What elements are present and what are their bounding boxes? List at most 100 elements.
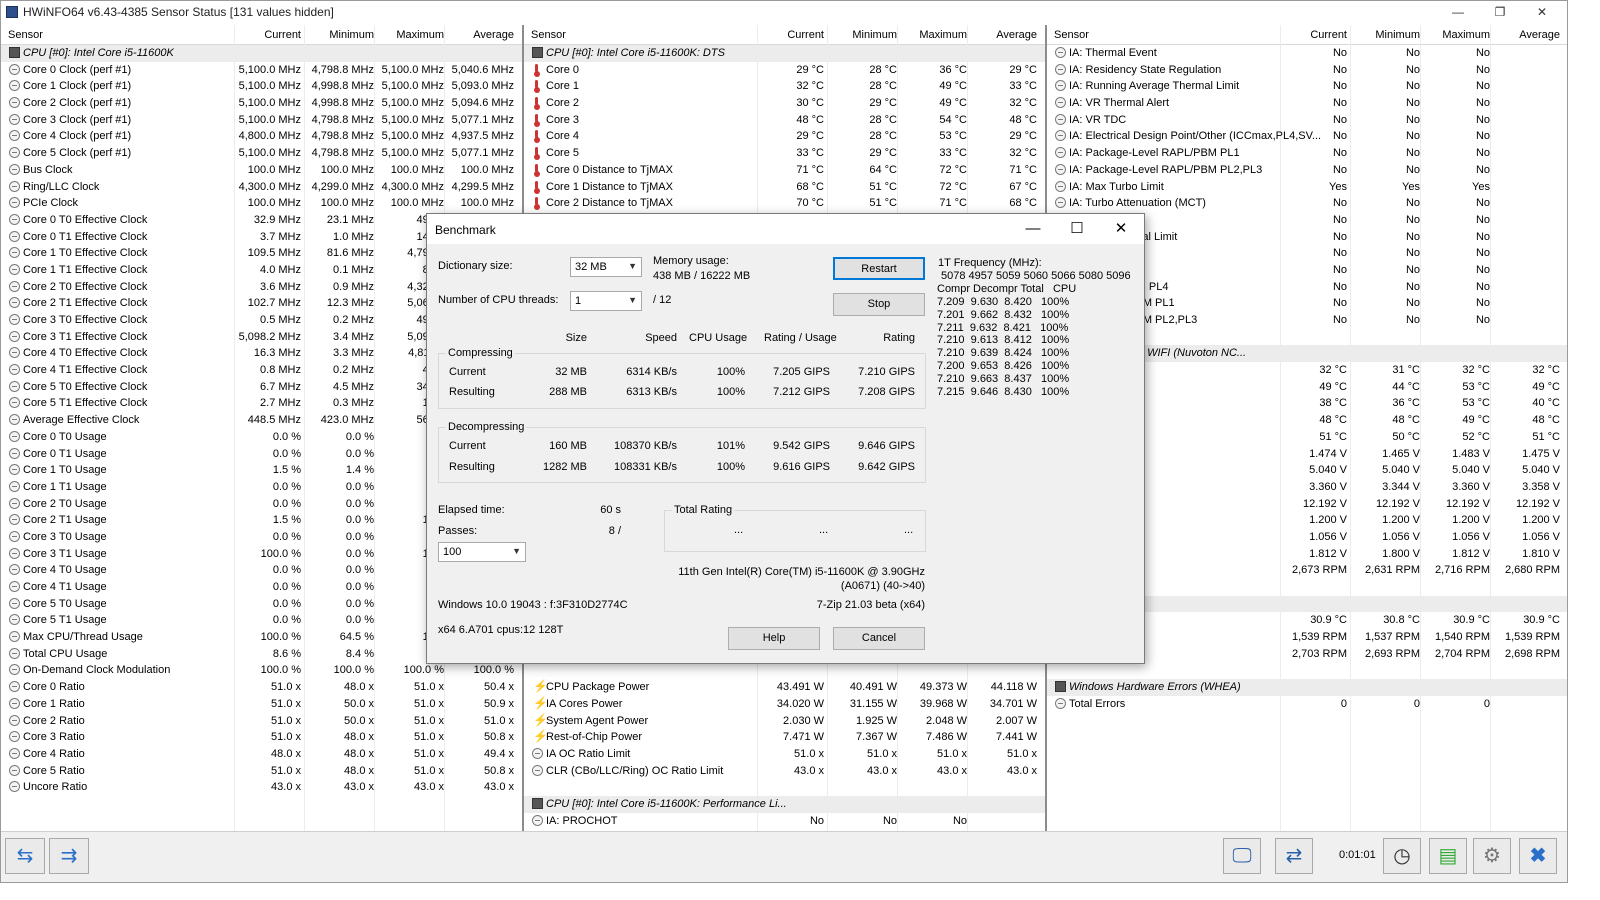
sensor-group-row[interactable]: CPU [#0]: Intel Core i5-11600K: Performa… [524,795,1045,813]
column-header-maximum[interactable]: Maximum [897,29,967,41]
monitor-icon[interactable]: 🖵 [1223,838,1261,874]
sensor-row[interactable]: Core 2 Ratio 51.0 x 50.0 x 51.0 x 51.0 x [1,713,522,730]
sensor-row[interactable]: IA: Electrical Design Point/Other (ICCma… [1047,128,1567,145]
network-icon[interactable]: ⇄ [1275,838,1313,874]
sensor-row[interactable]: Core 3 Ratio 51.0 x 48.0 x 51.0 x 50.8 x [1,729,522,746]
sensor-row[interactable]: Core 0 Clock (perf #1) 5,100.0 MHz 4,798.8… [1,62,522,79]
sensor-row[interactable]: IA OC Ratio Limit 51.0 x 51.0 x 51.0 x 51.0 … [524,746,1045,763]
column-header-maximum[interactable]: Maximum [374,29,444,41]
sensor-row[interactable]: IA: Max Turbo Limit Yes Yes Yes [1047,179,1567,196]
column-header-sensor[interactable]: Sensor [8,29,43,41]
column-header-average[interactable]: Average [1490,29,1560,41]
sensor-group-row[interactable]: CPU [#0]: Intel Core i5-11600K: DTS [524,45,1045,62]
restart-button[interactable]: Restart [833,257,925,280]
sensor-icon [9,464,20,476]
sensor-row[interactable]: Core 4 29 °C 28 °C 53 °C 29 °C [524,128,1045,145]
sensor-row[interactable]: IA: Package-Level RAPL/PBM PL2,PL3 No No No [1047,162,1567,179]
sensor-row[interactable]: CPU Package Power 43.491 W 40.491 W 49.373 … [524,679,1045,696]
sensor-row[interactable]: Core 2 Clock (perf #1) 5,100.0 MHz 4,998.8… [1,95,522,112]
sensor-row[interactable]: Core 3 48 °C 28 °C 54 °C 48 °C [524,112,1045,129]
column-header-minimum[interactable]: Minimum [1350,29,1420,41]
clock-icon[interactable]: ◷ [1383,838,1421,874]
sensor-row[interactable]: Core 4 Clock (perf #1) 4,800.0 MHz 4,798.8… [1,128,522,145]
dictionary-size-select[interactable]: 32 MB ▼ [570,257,642,277]
sensor-icon [9,80,20,92]
sensor-row[interactable]: CLR (CBo/LLC/Ring) OC Ratio Limit 43.0 x 4… [524,763,1045,780]
sensor-row[interactable]: Core 0 Ratio 51.0 x 48.0 x 51.0 x 50.4 x [1,679,522,696]
column-header-current[interactable]: Current [754,29,824,41]
column-header-sensor[interactable]: Sensor [1054,29,1089,41]
sensor-name: Core 1 Clock (perf #1) [23,80,132,93]
sensor-group-row[interactable]: Windows Hardware Errors (WHEA) [1047,679,1567,696]
sensor-row[interactable]: IA: PROCHOT No No No [524,813,1045,830]
column-header-average[interactable]: Average [967,29,1037,41]
sensor-row[interactable]: Core 1 Ratio 51.0 x 50.0 x 51.0 x 50.9 x [1,696,522,713]
column-header-maximum[interactable]: Maximum [1420,29,1490,41]
chip-icon [1055,681,1066,693]
sensor-row[interactable]: IA: Thermal Event No No No [1047,45,1567,62]
sensor-row[interactable] [1047,662,1567,679]
dialog-maximize-button[interactable]: ☐ [1063,218,1091,240]
sensor-row[interactable]: Core 2 30 °C 29 °C 49 °C 32 °C [524,95,1045,112]
sensor-row[interactable]: IA Cores Power 34.020 W 31.155 W 39.968 W 34… [524,696,1045,713]
arrows-left-right-icon[interactable]: ⇆ [5,838,45,874]
sensor-row[interactable]: Uncore Ratio 43.0 x 43.0 x 43.0 x 43.0 x [1,779,522,796]
sensor-icon [9,113,20,125]
sensor-row[interactable]: IA: Turbo Attenuation (MCT) No No No [1047,195,1567,212]
sensor-row[interactable]: Core 5 33 °C 29 °C 33 °C 32 °C [524,145,1045,162]
sensor-row[interactable]: Total Errors 0 0 0 [1047,696,1567,713]
minimize-button[interactable]: — [1437,1,1479,23]
sensor-row[interactable]: IA: Package-Level RAPL/PBM PL1 No No No [1047,145,1567,162]
threads-select[interactable]: 1 ▼ [570,291,642,311]
cancel-button[interactable]: Cancel [833,627,925,650]
sensor-row[interactable]: Bus Clock 100.0 MHz 100.0 MHz 100.0 MHz 100.… [1,162,522,179]
sensor-value-minimum: 4,798.8 MHz [311,63,374,76]
sensor-row[interactable]: PCIe Clock 100.0 MHz 100.0 MHz 100.0 MHz 100… [1,195,522,212]
sensor-row[interactable]: Core 3 Clock (perf #1) 5,100.0 MHz 4,798.8… [1,112,522,129]
sensor-value-average: 51.0 x [484,714,514,727]
sensor-row[interactable]: Core 4 Ratio 48.0 x 48.0 x 51.0 x 49.4 x [1,746,522,763]
column-header-current[interactable]: Current [1277,29,1347,41]
sensor-name: Core 4 T0 Effective Clock [23,347,148,360]
sensor-row[interactable]: Core 0 29 °C 28 °C 36 °C 29 °C [524,62,1045,79]
dialog-minimize-button[interactable]: — [1019,218,1047,240]
sensor-value-minimum: 51.0 x [867,747,897,760]
sensor-row[interactable]: Rest-of-Chip Power 7.471 W 7.367 W 7.486 W 7… [524,729,1045,746]
arrows-collapse-icon[interactable]: ⇉ [49,838,89,874]
add-report-icon[interactable]: ▤ [1429,838,1467,874]
sensor-row[interactable]: Core 1 Clock (perf #1) 5,100.0 MHz 4,998.8… [1,78,522,95]
maximize-button[interactable]: ❐ [1479,1,1521,23]
column-header-minimum[interactable]: Minimum [304,29,374,41]
sensor-row[interactable]: System Agent Power 2.030 W 1.925 W 2.048 W 2… [524,713,1045,730]
close-button[interactable]: ✕ [1521,1,1563,23]
help-button[interactable]: Help [728,627,820,650]
sensor-row[interactable]: Core 0 Distance to TjMAX 71 °C 64 °C 72 °C 7… [524,162,1045,179]
thermometer-icon [532,130,543,144]
sensor-row[interactable]: IA: Running Average Thermal Limit No No No [1047,78,1567,95]
sensor-row[interactable]: Core 5 Ratio 51.0 x 48.0 x 51.0 x 50.8 x [1,763,522,780]
sensor-row[interactable]: Core 5 Clock (perf #1) 5,100.0 MHz 4,798.8… [1,145,522,162]
sensor-row[interactable]: IA: VR Thermal Alert No No No [1047,95,1567,112]
sensor-row[interactable] [524,662,1045,679]
sensor-row[interactable]: IA: Residency State Regulation No No No [1047,62,1567,79]
sensor-row[interactable]: IA: VR TDC No No No [1047,112,1567,129]
settings-gear-icon[interactable]: ⚙ [1473,838,1511,874]
sensor-row[interactable]: On-Demand Clock Modulation 100.0 % 100.0 %… [1,662,522,679]
column-header-minimum[interactable]: Minimum [827,29,897,41]
sensor-icon [1055,97,1066,109]
sensor-icon [9,747,20,759]
sensor-row[interactable]: Core 2 Distance to TjMAX 70 °C 51 °C 71 °C 6… [524,195,1045,212]
stop-button[interactable]: Stop [833,293,925,316]
dialog-close-button[interactable]: ✕ [1107,218,1135,240]
sensor-group-row[interactable]: CPU [#0]: Intel Core i5-11600K [1,45,522,62]
column-header-current[interactable]: Current [231,29,301,41]
sensor-row[interactable] [524,779,1045,796]
column-header-average[interactable]: Average [444,29,514,41]
sensor-row[interactable]: Core 1 32 °C 28 °C 49 °C 33 °C [524,78,1045,95]
chevron-down-icon: ▼ [628,295,637,305]
sensor-row[interactable]: Ring/LLC Clock 4,300.0 MHz 4,299.0 MHz 4,30… [1,179,522,196]
passes-select[interactable]: 100 ▼ [438,542,526,562]
sensor-row[interactable]: Core 1 Distance to TjMAX 68 °C 51 °C 72 °C 6… [524,179,1045,196]
exit-icon[interactable]: ✖ [1519,838,1557,874]
column-header-sensor[interactable]: Sensor [531,29,566,41]
